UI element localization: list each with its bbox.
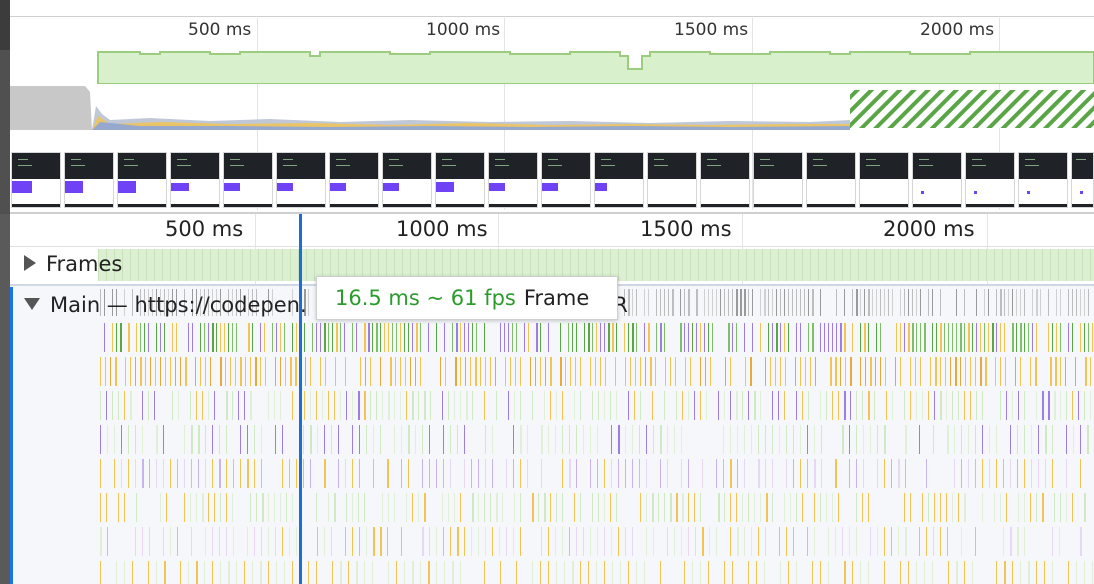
left-panel-top <box>0 0 10 50</box>
thumb-4[interactable] <box>170 152 220 208</box>
overview-top-border <box>10 16 1094 17</box>
collapse-triangle-icon[interactable] <box>24 298 40 310</box>
thumb-7[interactable] <box>329 152 379 208</box>
cpu-chart <box>10 86 1094 130</box>
left-panel-edge-lower <box>0 214 10 584</box>
tooltip-fps: 16.5 ms ~ 61 fps <box>335 286 516 310</box>
overview-ruler-label: 1500 ms <box>674 20 749 40</box>
tooltip-kind: Frame <box>523 286 590 310</box>
frames-row-header[interactable]: Frames <box>24 252 122 276</box>
thumb-8[interactable] <box>382 152 432 208</box>
frame-tooltip: 16.5 ms ~ 61 fps Frame <box>316 276 618 320</box>
thumb-6[interactable] <box>276 152 326 208</box>
thumb-13[interactable] <box>647 152 697 208</box>
thumb-5[interactable] <box>223 152 273 208</box>
timeline-ruler-label: 500 ms <box>165 217 244 241</box>
thumb-16[interactable] <box>806 152 856 208</box>
thumb-17[interactable] <box>859 152 909 208</box>
thumb-12[interactable] <box>594 152 644 208</box>
timeline-flamechart[interactable]: 500 ms 1000 ms 1500 ms 2000 ms Frames Ma… <box>10 214 1094 584</box>
thumb-15[interactable] <box>753 152 803 208</box>
thumb-19[interactable] <box>965 152 1015 208</box>
thumb-1[interactable] <box>11 152 61 208</box>
fps-chart <box>97 51 1094 84</box>
thumb-3[interactable] <box>117 152 167 208</box>
timeline-ruler-label: 1000 ms <box>396 217 488 241</box>
main-label-prefix: Main — https://codepen. <box>50 293 307 317</box>
frames-label: Frames <box>46 252 123 276</box>
thumb-9[interactable] <box>435 152 485 208</box>
overview-ruler-label: 1000 ms <box>426 20 501 40</box>
thumb-2[interactable] <box>64 152 114 208</box>
timeline-ruler: 500 ms 1000 ms 1500 ms 2000 ms <box>10 214 1094 247</box>
main-thread-flamechart <box>100 289 1093 584</box>
expand-triangle-icon[interactable] <box>24 255 36 271</box>
thumb-14[interactable] <box>700 152 750 208</box>
overview-ruler-label: 2000 ms <box>920 20 995 40</box>
timeline-ruler-label: 1500 ms <box>640 217 732 241</box>
time-cursor[interactable] <box>299 214 302 584</box>
overview-ruler-label: 500 ms <box>188 20 252 40</box>
timeline-ruler-label: 2000 ms <box>883 217 975 241</box>
thumb-11[interactable] <box>541 152 591 208</box>
selection-strip <box>10 287 13 584</box>
thumb-20[interactable] <box>1018 152 1068 208</box>
thumb-10[interactable] <box>488 152 538 208</box>
thumb-18[interactable] <box>912 152 962 208</box>
main-thread-track[interactable] <box>10 286 1094 584</box>
thumb-21[interactable] <box>1071 152 1094 208</box>
